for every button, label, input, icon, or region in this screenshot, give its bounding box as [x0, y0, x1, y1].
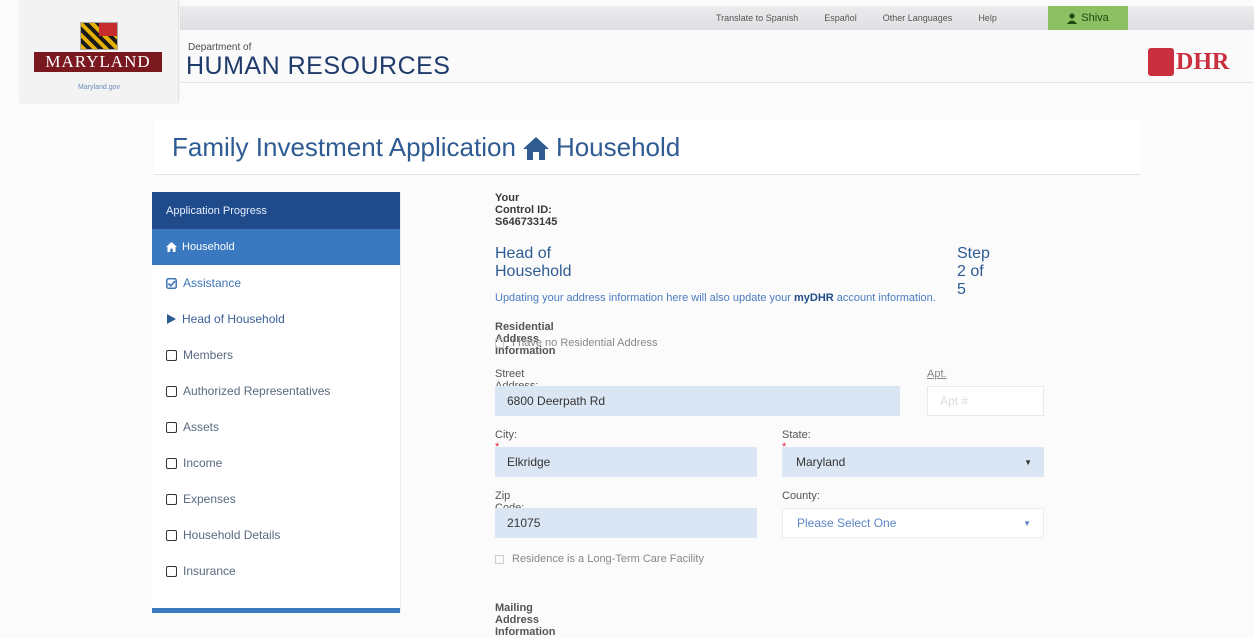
dhr-logo-text: DHR [1176, 48, 1230, 75]
section-title: Head of Household [495, 245, 572, 280]
city-input[interactable]: Elkridge [495, 447, 757, 477]
sidebar-item-household[interactable]: Household [152, 229, 400, 265]
other-languages-link[interactable]: Other Languages [883, 13, 953, 23]
state-select[interactable]: Maryland ▼ [782, 447, 1044, 477]
page-title-main: Family Investment Application [172, 132, 516, 162]
maryland-logo[interactable]: MARYLAND Maryland.gov [20, 0, 179, 102]
mailing-address-heading: Mailing Address Information [495, 602, 556, 638]
sidebar-heading: Application Progress [152, 192, 400, 229]
sidebar-item-label: Household [182, 241, 235, 253]
sidebar-item-label: Household Details [183, 528, 281, 542]
translate-to-spanish-link[interactable]: Translate to Spanish [716, 13, 798, 23]
notice-text-start: Updating your address information here w… [495, 292, 794, 304]
sidebar-item-insurance[interactable]: Insurance [152, 553, 400, 589]
sidebar-item-head-of-household[interactable]: Head of Household [152, 301, 400, 337]
street-address-input[interactable]: 6800 Deerpath Rd [495, 386, 900, 416]
unchecked-box-icon [166, 349, 177, 361]
county-select[interactable]: Please Select One ▼ [782, 508, 1044, 538]
apt-label: Apt. [927, 368, 947, 380]
page-title-section: Household [555, 132, 681, 162]
dhr-logo: DHR [1148, 46, 1232, 78]
page-title: Family Investment Application Household [172, 132, 680, 163]
sidebar-item-assets[interactable]: Assets [152, 409, 400, 445]
unchecked-box-icon [166, 457, 177, 469]
unchecked-box-icon [166, 385, 177, 397]
home-icon [522, 136, 549, 160]
sidebar-item-label: Insurance [183, 564, 236, 578]
checked-box-icon [166, 277, 177, 289]
control-id: Your Control ID: S646733145 [495, 192, 558, 228]
help-link[interactable]: Help [978, 13, 997, 23]
no-residential-address-option[interactable]: I have no Residential Address [495, 337, 658, 349]
unchecked-box-icon [166, 493, 177, 505]
sidebar-item-expenses[interactable]: Expenses [152, 481, 400, 517]
mydhr-link[interactable]: myDHR [794, 292, 834, 304]
user-name: Shiva [1081, 12, 1109, 24]
sidebar-item-authorized-representatives[interactable]: Authorized Representatives [152, 373, 400, 409]
notice-text-end: account information. [833, 292, 936, 304]
sidebar-item-income[interactable]: Income [152, 445, 400, 481]
dropdown-arrow-icon: ▼ [1023, 518, 1031, 528]
application-progress-sidebar: Application Progress Household Assistanc… [152, 192, 401, 613]
sidebar-item-label: Head of Household [182, 312, 285, 326]
sidebar-item-label: Income [183, 456, 223, 470]
step-indicator: Step 2 of 5 [957, 245, 990, 298]
current-step-arrow-icon [167, 314, 176, 324]
unchecked-box-icon [166, 565, 177, 577]
long-term-care-checkbox[interactable] [495, 554, 504, 564]
sidebar-item-label: Assistance [183, 276, 242, 290]
user-menu-button[interactable]: Shiva [1048, 6, 1128, 30]
sidebar-step-list: Assistance Head of Household Members Aut… [152, 265, 400, 589]
long-term-care-option[interactable]: Residence is a Long-Term Care Facility [495, 553, 704, 565]
sidebar-item-label: Expenses [183, 492, 236, 506]
sidebar-item-assistance[interactable]: Assistance [152, 265, 400, 301]
sidebar-item-label: Members [183, 348, 234, 362]
page-title-card: Family Investment Application Household [154, 120, 1140, 175]
maryland-wordmark: MARYLAND [34, 52, 162, 72]
sidebar-item-label: Authorized Representatives [183, 384, 331, 398]
state-selected-value: Maryland [796, 455, 846, 469]
sidebar-item-members[interactable]: Members [152, 337, 400, 373]
maryland-flag-icon [80, 22, 118, 50]
home-icon [166, 242, 177, 252]
no-residential-address-label: I have no Residential Address [512, 337, 658, 349]
user-icon [1067, 12, 1078, 24]
address-update-notice: Updating your address information here w… [495, 292, 936, 304]
sidebar-footer-bar [152, 608, 400, 613]
dhr-family-icon [1148, 48, 1174, 76]
espanol-link[interactable]: Español [824, 13, 857, 23]
dropdown-arrow-icon: ▼ [1024, 457, 1032, 467]
department-title: HUMAN RESOURCES [186, 52, 451, 80]
county-selected-value: Please Select One [797, 516, 897, 530]
unchecked-box-icon [166, 421, 177, 433]
sidebar-item-label: Assets [183, 420, 220, 434]
sidebar-item-household-details[interactable]: Household Details [152, 517, 400, 553]
county-label: County: [782, 490, 820, 502]
top-links: Translate to Spanish Español Other Langu… [716, 6, 1023, 30]
zip-code-input[interactable]: 21075 [495, 508, 757, 538]
unchecked-box-icon [166, 529, 177, 541]
apt-input[interactable]: Apt # [927, 386, 1044, 416]
long-term-care-label: Residence is a Long-Term Care Facility [512, 553, 704, 565]
maryland-gov-link[interactable]: Maryland.gov [20, 84, 178, 91]
no-residential-address-checkbox[interactable] [495, 338, 504, 348]
